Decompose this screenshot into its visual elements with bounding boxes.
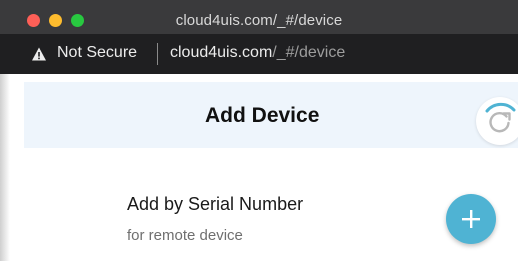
add-device-button[interactable] — [446, 194, 496, 244]
item-subtitle: for remote device — [127, 227, 243, 244]
window-titlebar: cloud4uis.com/_#/device — [0, 0, 518, 34]
url-host: cloud4uis.com — [170, 44, 273, 61]
security-status-label[interactable]: Not Secure — [57, 44, 137, 62]
page-title: Add Device — [205, 104, 320, 127]
refresh-button[interactable] — [476, 97, 518, 145]
window-title: cloud4uis.com/_#/device — [175, 12, 343, 29]
side-shadow — [0, 74, 10, 261]
refresh-icon — [485, 102, 516, 133]
url-text[interactable]: cloud4uis.com/_#/device — [170, 44, 345, 62]
warning-triangle-icon — [31, 46, 47, 62]
plus-icon — [462, 210, 480, 228]
address-divider — [157, 43, 158, 65]
url-path: /_#/device — [272, 44, 346, 61]
item-title: Add by Serial Number — [127, 194, 304, 214]
address-bar[interactable]: Not Secure cloud4uis.com/_#/device — [0, 34, 518, 74]
page-header: Add Device — [24, 82, 518, 148]
page-content: Add Device Add by Serial Number for remo… — [0, 74, 518, 261]
